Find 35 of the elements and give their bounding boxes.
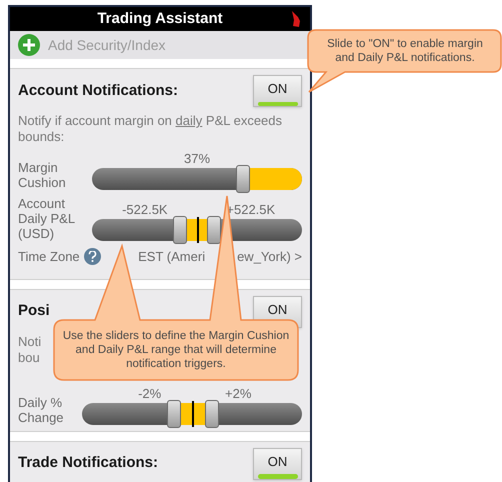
slider-reading: -2% bbox=[138, 386, 162, 400]
description-fragment: bou bbox=[18, 350, 41, 366]
window-title: Trading Assistant bbox=[97, 8, 223, 29]
slider-reading: -522.5K bbox=[122, 202, 168, 217]
description-fragment: Noti bbox=[18, 334, 42, 350]
slider-reading: 37% bbox=[184, 151, 210, 166]
callout-text: Slide to "ON" to enable margin and Daily P&L notifications. bbox=[326, 37, 484, 65]
plus-icon bbox=[18, 34, 40, 56]
section-title: Posi bbox=[18, 301, 50, 322]
callout-text: Use the sliders to define the Margin Cushion and Daily P&L range that will determine notification triggers. bbox=[62, 329, 290, 371]
daily-link[interactable]: daily bbox=[176, 113, 202, 128]
slider-label: Daily % Change bbox=[18, 394, 65, 424]
center-line bbox=[192, 400, 194, 426]
on-off-toggle[interactable]: ON bbox=[253, 75, 302, 107]
add-security-label: Add Security/Index bbox=[48, 36, 166, 55]
time-zone-value[interactable]: EST (Ameri bbox=[138, 247, 206, 266]
time-zone-label: Time Zone bbox=[18, 248, 80, 266]
slider-reading: +522.5K bbox=[226, 202, 276, 217]
slider-thumb[interactable] bbox=[204, 400, 219, 428]
slider-reading: +2% bbox=[225, 386, 252, 400]
slider-thumb[interactable] bbox=[167, 400, 182, 428]
on-off-toggle[interactable]: ON bbox=[253, 448, 302, 480]
slider-thumb[interactable] bbox=[206, 216, 221, 244]
section-title: Account Notifications: bbox=[18, 80, 178, 101]
section-title: Trade Notifications: bbox=[18, 453, 158, 474]
slider-thumb[interactable] bbox=[173, 216, 188, 244]
slider-track[interactable] bbox=[92, 219, 302, 241]
section-description: Notify if account margin on daily P&L exceeds bounds: bbox=[18, 113, 284, 145]
slider-track[interactable] bbox=[92, 168, 302, 190]
center-line bbox=[197, 217, 199, 243]
slider-label: Margin Cushion bbox=[18, 160, 67, 190]
slider-thumb[interactable] bbox=[236, 165, 250, 193]
help-icon bbox=[84, 248, 101, 266]
slider-label: Account Daily P&L (USD) bbox=[18, 196, 76, 241]
time-zone-value[interactable]: ew_York) > bbox=[237, 247, 302, 266]
